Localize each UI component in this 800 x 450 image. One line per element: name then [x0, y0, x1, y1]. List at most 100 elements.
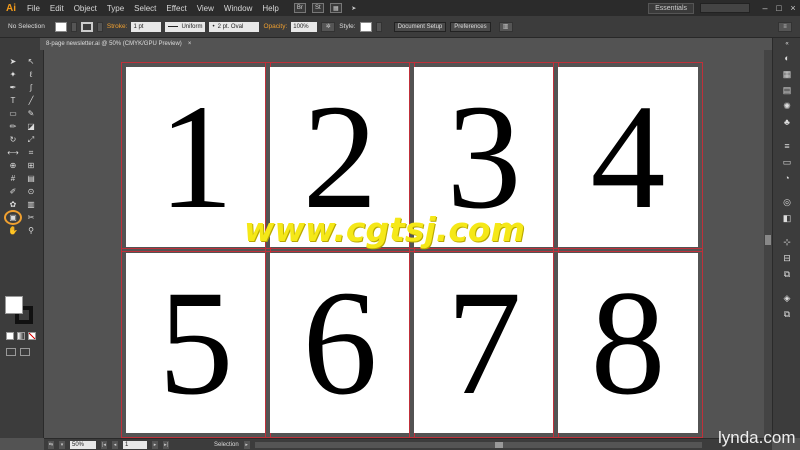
current-tool-status[interactable]: Selection: [214, 442, 239, 448]
fill-dropdown-icon[interactable]: [70, 21, 77, 32]
recolor-icon[interactable]: ✲: [321, 21, 336, 32]
opacity-field[interactable]: 100%: [291, 21, 318, 32]
artboard-navigation-field[interactable]: 1: [123, 440, 147, 449]
perspective-grid-tool-icon[interactable]: ⊞: [24, 160, 38, 171]
next-artboard-icon[interactable]: ▸: [152, 440, 158, 449]
transform-panel-icon[interactable]: ⊹: [773, 234, 800, 250]
send-icon[interactable]: ➤: [348, 3, 360, 13]
variable-width-profile[interactable]: Uniform: [165, 21, 206, 32]
artboard[interactable]: 6: [265, 248, 415, 438]
status-menu-icon[interactable]: ▸: [243, 440, 250, 449]
swatches-panel-icon[interactable]: ▤: [773, 82, 800, 98]
appearance-panel-icon[interactable]: ◎: [773, 194, 800, 210]
last-artboard-icon[interactable]: ▸|: [163, 440, 169, 449]
selection-tool-icon[interactable]: ➤: [6, 56, 20, 67]
type-tool-icon[interactable]: T: [6, 95, 20, 106]
panel-menu-icon[interactable]: ≡: [778, 21, 792, 32]
draw-normal-icon[interactable]: [6, 348, 16, 356]
menu-window[interactable]: Window: [219, 4, 257, 13]
menu-select[interactable]: Select: [129, 4, 161, 13]
gradient-mode-icon[interactable]: [17, 332, 25, 340]
hand-tool-icon[interactable]: ✋: [6, 225, 20, 236]
direct-selection-tool-icon[interactable]: ↖: [24, 56, 38, 67]
menu-help[interactable]: Help: [257, 4, 283, 13]
width-tool-icon[interactable]: ⟷: [6, 147, 20, 158]
canvas[interactable]: 1 2 3 4 5 6 7 8 www.cgtsj.com: [44, 50, 764, 438]
artboard-tool-icon[interactable]: ▣: [4, 210, 22, 225]
collapse-panels-icon[interactable]: «: [773, 38, 800, 50]
document-tab[interactable]: 8-page newsletter.ai @ 50% (CMYK/GPU Pre…: [40, 38, 198, 50]
lasso-tool-icon[interactable]: ℓ: [24, 69, 38, 80]
arrange-documents-icon[interactable]: ▦: [329, 3, 342, 13]
mesh-tool-icon[interactable]: #: [6, 173, 20, 184]
eraser-tool-icon[interactable]: ◪: [24, 121, 38, 132]
graph-tool-icon[interactable]: ▥: [24, 199, 38, 210]
arrange-icon[interactable]: ▥: [498, 21, 513, 32]
stroke-dropdown-icon[interactable]: [96, 21, 103, 32]
line-tool-icon[interactable]: ╱: [24, 95, 38, 106]
symbols-panel-icon[interactable]: ♣: [773, 114, 800, 130]
screen-mode-icon[interactable]: [20, 348, 30, 356]
menu-type[interactable]: Type: [102, 4, 129, 13]
workspace-switcher[interactable]: Essentials: [648, 2, 694, 14]
eyedropper-tool-icon[interactable]: ✐: [6, 186, 20, 197]
close-icon[interactable]: ×: [786, 3, 800, 13]
stock-button[interactable]: St: [311, 3, 324, 13]
pen-tool-icon[interactable]: ✒: [6, 82, 20, 93]
maximize-icon[interactable]: □: [772, 3, 786, 13]
fill-stroke-control[interactable]: [5, 296, 37, 326]
vertical-scrollbar[interactable]: [764, 50, 772, 438]
first-artboard-icon[interactable]: |◂: [101, 440, 107, 449]
menu-view[interactable]: View: [192, 4, 219, 13]
color-guide-icon[interactable]: ▦: [773, 66, 800, 82]
none-mode-icon[interactable]: [28, 332, 36, 340]
horizontal-scrollbar[interactable]: [254, 441, 702, 448]
style-dropdown-icon[interactable]: [375, 21, 382, 32]
vertical-scroll-thumb[interactable]: [765, 235, 771, 245]
stroke-weight-field[interactable]: 1 pt: [131, 21, 162, 32]
style-swatch[interactable]: [359, 21, 372, 32]
magic-wand-tool-icon[interactable]: ✦: [6, 69, 20, 80]
document-setup-button[interactable]: Document Setup: [393, 21, 447, 32]
color-mode-icon[interactable]: [6, 332, 14, 340]
gradient-tool-icon[interactable]: ▤: [24, 173, 38, 184]
fill-color-box[interactable]: [5, 296, 23, 314]
menu-edit[interactable]: Edit: [45, 4, 69, 13]
menu-object[interactable]: Object: [69, 4, 102, 13]
brush-definition[interactable]: • 2 pt. Oval: [209, 21, 260, 32]
shape-builder-tool-icon[interactable]: ⊕: [6, 160, 20, 171]
stroke-swatch[interactable]: [80, 21, 93, 32]
free-transform-tool-icon[interactable]: ⌗: [24, 147, 38, 158]
minimize-icon[interactable]: –: [758, 3, 772, 13]
fill-swatch[interactable]: [54, 21, 67, 32]
scale-tool-icon[interactable]: ⤢: [24, 134, 38, 145]
menu-effect[interactable]: Effect: [161, 4, 191, 13]
search-input[interactable]: [700, 3, 750, 13]
rotate-tool-icon[interactable]: ↻: [6, 134, 20, 145]
preferences-button[interactable]: Preferences: [450, 21, 491, 32]
brushes-panel-icon[interactable]: ✺: [773, 98, 800, 114]
stroke-label[interactable]: Stroke:: [107, 23, 128, 30]
stroke-panel-icon[interactable]: ≡: [773, 138, 800, 154]
artboard[interactable]: 5: [121, 248, 271, 438]
close-tab-icon[interactable]: ×: [188, 41, 192, 47]
pencil-tool-icon[interactable]: ✏: [6, 121, 20, 132]
status-rotate-icon[interactable]: ⇆: [48, 440, 54, 449]
artboard[interactable]: 4: [553, 62, 703, 252]
zoom-level-field[interactable]: 50%: [70, 440, 96, 449]
blend-tool-icon[interactable]: ⊙: [24, 186, 38, 197]
previous-artboard-icon[interactable]: ◂: [112, 440, 118, 449]
bridge-button[interactable]: Br: [293, 3, 306, 13]
layers-panel-icon[interactable]: ◈: [773, 290, 800, 306]
align-panel-icon[interactable]: ⊟: [773, 250, 800, 266]
slice-tool-icon[interactable]: ✂: [24, 212, 38, 223]
artboards-panel-icon[interactable]: ⧉: [773, 306, 800, 322]
artboard[interactable]: 8: [553, 248, 703, 438]
horizontal-scroll-thumb[interactable]: [494, 441, 503, 448]
menu-file[interactable]: File: [22, 4, 45, 13]
paintbrush-tool-icon[interactable]: ✎: [24, 108, 38, 119]
curvature-tool-icon[interactable]: ∫: [24, 82, 38, 93]
opacity-label[interactable]: Opacity:: [263, 23, 287, 30]
graphic-styles-panel-icon[interactable]: ◧: [773, 210, 800, 226]
rectangle-tool-icon[interactable]: ▭: [6, 108, 20, 119]
